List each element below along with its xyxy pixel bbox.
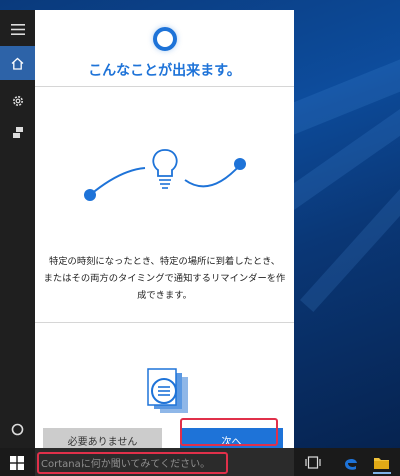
file-explorer-icon[interactable] [373,454,390,471]
gear-icon[interactable] [0,84,35,118]
document-stack-icon [147,368,188,413]
cortana-ring-icon [153,27,177,51]
skip-button[interactable]: 必要ありません [43,428,162,448]
description-line: またはその両方のタイミングで通知するリマインダーを作 [43,273,286,284]
divider [35,322,294,323]
search-box-highlight [37,452,228,474]
divider [35,86,294,87]
description-line: 成できます。 [137,290,192,301]
edge-icon[interactable] [342,454,359,471]
cortana-sidebar [0,10,35,448]
cortana-circle-icon[interactable] [0,412,35,446]
panel-title: こんなことが出来ます。 [88,63,241,79]
lightbulb-route-illustration [84,149,246,201]
hamburger-menu-icon[interactable] [0,12,35,46]
feedback-icon[interactable] [0,116,35,150]
description-line: 特定の時刻になったとき、特定の場所に到着したとき、 [48,256,281,267]
home-icon[interactable] [0,46,35,80]
next-button-highlight [180,418,278,446]
cortana-panel: こんなことが出来ます。 特定の時刻になったとき、特定の場所に到着したとき、 また… [35,10,294,448]
task-view-icon[interactable] [304,454,321,471]
description: 特定の時刻になったとき、特定の場所に到着したとき、 またはその両方のタイミングで… [41,253,288,304]
windows-start-icon[interactable] [8,454,25,471]
active-app-indicator [373,472,391,474]
